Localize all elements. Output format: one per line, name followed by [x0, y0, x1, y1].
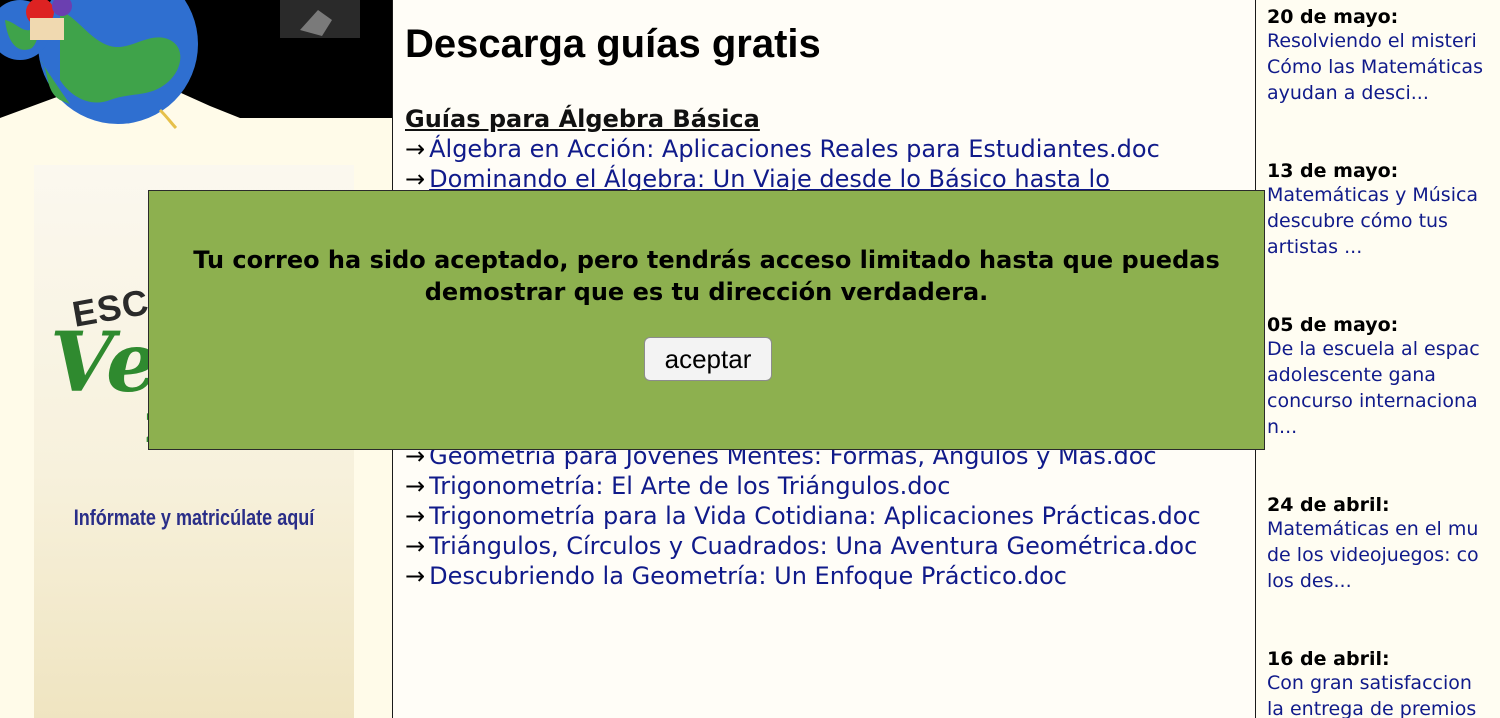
- news-date: 20 de mayo:: [1267, 6, 1399, 28]
- news-link[interactable]: Resolviendo el misteri Cómo las Matemáti…: [1267, 28, 1500, 106]
- news-item[interactable]: 05 de mayo: De la escuela al espac adole…: [1267, 314, 1500, 440]
- news-item[interactable]: 13 de mayo: Matemáticas y Música descubr…: [1267, 160, 1500, 260]
- news-item[interactable]: 16 de abril: Con gran satisfaccion la en…: [1267, 648, 1500, 718]
- arrow-right-icon: →: [405, 165, 426, 193]
- dialog-message: Tu correo ha sido aceptado, pero tendrás…: [193, 246, 1220, 306]
- news-date: 13 de mayo:: [1267, 160, 1399, 182]
- news-date: 05 de mayo:: [1267, 314, 1399, 336]
- confirmation-dialog: Tu correo ha sido aceptado, pero tendrás…: [148, 190, 1265, 450]
- arrow-right-icon: →: [405, 135, 426, 163]
- guide-link[interactable]: → Álgebra en Acción: Aplicaciones Reales …: [405, 134, 1245, 164]
- arrow-right-icon: →: [405, 502, 426, 530]
- news-item[interactable]: 24 de abril: Matemáticas en el mu de los…: [1267, 494, 1500, 594]
- page-title: Descarga guías gratis: [405, 22, 821, 66]
- robot-hand-icon: [280, 0, 360, 38]
- school-logo-banner[interactable]: [0, 0, 392, 162]
- news-sidebar: 20 de mayo: Resolviendo el misteri Cómo …: [1257, 0, 1500, 718]
- guide-link-text[interactable]: Trigonometría: El Arte de los Triángulos…: [429, 472, 950, 500]
- enroll-link[interactable]: Infórmate y matricúlate aquí: [63, 505, 325, 531]
- news-link[interactable]: De la escuela al espac adolescente gana …: [1267, 336, 1500, 440]
- guide-link[interactable]: → Descubriendo la Geometría: Un Enfoque P…: [405, 561, 1245, 591]
- guide-link-text[interactable]: Dominando el Álgebra: Un Viaje desde lo …: [429, 165, 1110, 193]
- news-date: 24 de abril:: [1267, 494, 1390, 516]
- news-link[interactable]: Matemáticas en el mu de los videojuegos:…: [1267, 516, 1500, 594]
- news-link[interactable]: Con gran satisfaccion la entrega de prem…: [1267, 670, 1500, 718]
- promo-brand-script: Ve: [50, 315, 159, 411]
- news-date: 16 de abril:: [1267, 648, 1390, 670]
- guide-list: → Geometría para Jóvenes Mentes: Formas, …: [405, 441, 1245, 591]
- guide-link-text[interactable]: Álgebra en Acción: Aplicaciones Reales p…: [429, 135, 1160, 163]
- news-link[interactable]: Matemáticas y Música descubre cómo tus a…: [1267, 182, 1500, 260]
- accept-button[interactable]: aceptar: [644, 337, 772, 381]
- guide-link[interactable]: → Triángulos, Círculos y Cuadrados: Una A…: [405, 531, 1245, 561]
- news-item[interactable]: 20 de mayo: Resolviendo el misteri Cómo …: [1267, 6, 1500, 106]
- guide-link-text[interactable]: Triángulos, Círculos y Cuadrados: Una Av…: [429, 532, 1197, 560]
- guide-link[interactable]: → Trigonometría para la Vida Cotidiana: A…: [405, 501, 1245, 531]
- arrow-right-icon: →: [405, 472, 426, 500]
- section-heading: Guías para Álgebra Básica: [405, 105, 760, 133]
- guide-link-text[interactable]: Trigonometría para la Vida Cotidiana: Ap…: [429, 502, 1201, 530]
- guide-link-text[interactable]: Descubriendo la Geometría: Un Enfoque Pr…: [429, 562, 1067, 590]
- arrow-right-icon: →: [405, 532, 426, 560]
- guide-list: Guías para Álgebra Básica → Álgebra en Ac…: [405, 104, 1245, 194]
- arrow-right-icon: →: [405, 562, 426, 590]
- guide-link[interactable]: → Trigonometría: El Arte de los Triángulo…: [405, 471, 1245, 501]
